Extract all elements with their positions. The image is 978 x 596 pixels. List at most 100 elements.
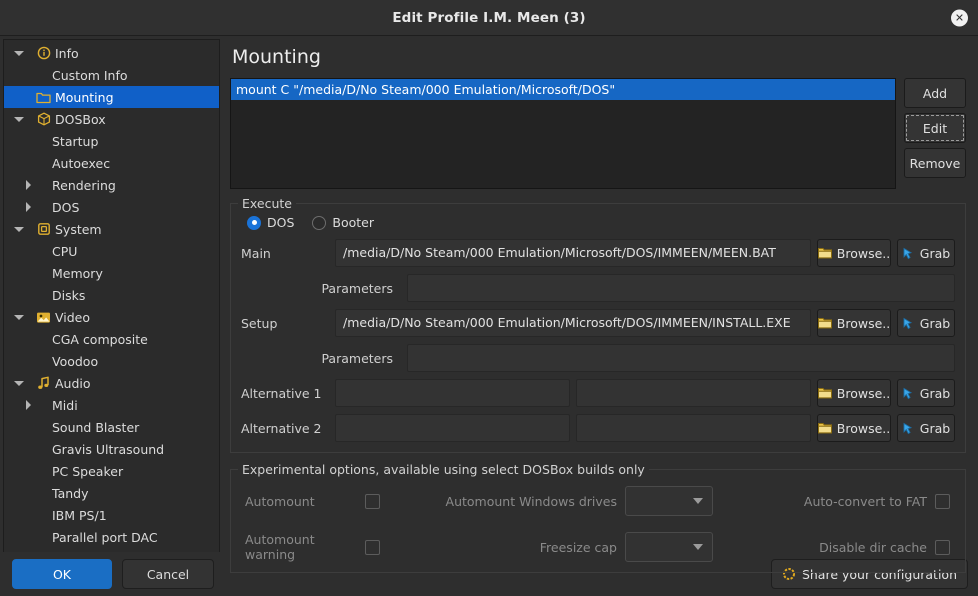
chevron-right-icon[interactable] [25, 400, 31, 410]
sidebar-item-audio[interactable]: Audio [4, 372, 219, 394]
radio-booter-label: Booter [332, 215, 375, 230]
sidebar-item-dosbox[interactable]: DOSBox [4, 108, 219, 130]
chevron-down-icon[interactable] [14, 116, 24, 122]
main-path-input[interactable]: /media/D/No Steam/000 Emulation/Microsof… [335, 239, 811, 267]
alternative-1-path-input[interactable] [335, 379, 570, 407]
sidebar-item-pc-speaker[interactable]: PC Speaker [4, 460, 219, 482]
tree-expander-cell [4, 400, 52, 410]
setup-browse-button[interactable]: Browse.. [817, 309, 891, 337]
execute-group-title: Execute [238, 196, 296, 211]
sidebar-item-label: Sound Blaster [52, 419, 140, 435]
close-icon[interactable]: ✕ [951, 9, 968, 26]
mount-list[interactable]: mount C "/media/D/No Steam/000 Emulation… [230, 78, 896, 189]
page-title: Mounting [232, 46, 321, 68]
setup-path-input[interactable]: /media/D/No Steam/000 Emulation/Microsof… [335, 309, 811, 337]
setup-grab-button[interactable]: Grab [897, 309, 955, 337]
alternative-1-parameters-input[interactable] [576, 379, 811, 407]
box-icon [34, 112, 53, 126]
freesize-cap-select[interactable] [625, 532, 713, 562]
chevron-down-icon[interactable] [14, 226, 24, 232]
auto-convert-fat-checkbox[interactable] [935, 493, 950, 509]
sidebar-item-video[interactable]: Video [4, 306, 219, 328]
chevron-down-icon[interactable] [14, 380, 24, 386]
sidebar-item-label: Parallel port DAC [52, 529, 158, 545]
sidebar-item-label: System [55, 221, 102, 237]
ok-button[interactable]: OK [12, 559, 112, 589]
disable-dir-cache-label: Disable dir cache [819, 539, 927, 555]
sidebar-item-label: DOSBox [55, 111, 106, 127]
sidebar-item-label: Autoexec [52, 155, 111, 171]
alternative-1-browse-button[interactable]: Browse.. [817, 379, 891, 407]
alternative-1-grab-button[interactable]: Grab [897, 379, 955, 407]
freesize-cap-label: Freesize cap [539, 539, 617, 555]
sidebar-item-rendering[interactable]: Rendering [4, 174, 219, 196]
alternative-2-grab-button[interactable]: Grab [897, 414, 955, 442]
sidebar-item-voodoo[interactable]: Voodoo [4, 350, 219, 372]
main-browse-button[interactable]: Browse.. [817, 239, 891, 267]
setup-parameters-input[interactable] [407, 344, 955, 372]
alternative-2-grab-label: Grab [919, 420, 951, 436]
info-circle-icon [34, 46, 53, 60]
alternative-2-browse-button[interactable]: Browse.. [817, 414, 891, 442]
setup-parameters-row: Parameters [241, 344, 955, 372]
alternative-1-browse-label: Browse.. [836, 385, 891, 401]
setup-grab-label: Grab [919, 315, 951, 331]
alternative-2-path-input[interactable] [335, 414, 570, 442]
chevron-right-icon[interactable] [25, 202, 31, 212]
remove-button[interactable]: Remove [904, 148, 966, 178]
sidebar-item-label: Custom Info [52, 67, 128, 83]
automount-warning-checkbox[interactable] [365, 539, 380, 555]
main-row: Main /media/D/No Steam/000 Emulation/Mic… [241, 239, 955, 267]
main-parameters-input[interactable] [407, 274, 955, 302]
sidebar-item-info[interactable]: Info [4, 42, 219, 64]
cursor-grab-icon [902, 317, 915, 330]
sidebar-item-system[interactable]: System [4, 218, 219, 240]
sidebar-item-autoexec[interactable]: Autoexec [4, 152, 219, 174]
add-button[interactable]: Add [904, 78, 966, 108]
sidebar-item-sound-blaster[interactable]: Sound Blaster [4, 416, 219, 438]
sidebar-item-memory[interactable]: Memory [4, 262, 219, 284]
mount-area: mount C "/media/D/No Steam/000 Emulation… [230, 78, 966, 189]
sidebar-item-label: Disks [52, 287, 86, 303]
tree-expander-cell [4, 314, 34, 320]
alternative-2-parameters-input[interactable] [576, 414, 811, 442]
main-label: Main [241, 245, 271, 261]
tree-expander-cell [4, 50, 34, 56]
edit-button[interactable]: Edit [904, 113, 966, 143]
sidebar-item-mounting[interactable]: Mounting [4, 86, 219, 108]
sidebar-item-parallel-port-dac[interactable]: Parallel port DAC [4, 526, 219, 548]
mount-list-buttons: Add Edit Remove [904, 78, 966, 189]
radio-dos[interactable] [247, 215, 261, 230]
sidebar-item-cpu[interactable]: CPU [4, 240, 219, 262]
folder-icon [817, 317, 832, 329]
radio-booter[interactable] [312, 215, 327, 230]
sidebar-item-custom-info[interactable]: Custom Info [4, 64, 219, 86]
disable-dir-cache-checkbox[interactable] [935, 539, 950, 555]
sidebar-item-midi[interactable]: Midi [4, 394, 219, 416]
main-browse-label: Browse.. [836, 245, 891, 261]
automount-windows-drives-select[interactable] [625, 486, 713, 516]
main-grab-button[interactable]: Grab [897, 239, 955, 267]
edit-profile-window: Edit Profile I.M. Meen (3) ✕ Info Custom … [0, 0, 978, 596]
sidebar-item-disks[interactable]: Disks [4, 284, 219, 306]
automount-checkbox[interactable] [365, 493, 380, 509]
sidebar-item-tandy[interactable]: Tandy [4, 482, 219, 504]
settings-tree[interactable]: Info Custom Info Mounting DOSBox Startup Auto… [3, 39, 220, 552]
sidebar-item-gravis-ultrasound[interactable]: Gravis Ultrasound [4, 438, 219, 460]
mount-list-item[interactable]: mount C "/media/D/No Steam/000 Emulation… [231, 79, 895, 100]
sidebar-item-startup[interactable]: Startup [4, 130, 219, 152]
cancel-button[interactable]: Cancel [122, 559, 214, 589]
setup-row: Setup /media/D/No Steam/000 Emulation/Mi… [241, 309, 955, 337]
cursor-grab-icon [902, 247, 915, 260]
setup-browse-label: Browse.. [836, 315, 891, 331]
folder-icon [817, 422, 832, 434]
sidebar-item-label: Video [55, 309, 91, 325]
sidebar-item-ibm-ps-1[interactable]: IBM PS/1 [4, 504, 219, 526]
chevron-down-icon[interactable] [14, 314, 24, 320]
chevron-down-icon[interactable] [14, 50, 24, 56]
sidebar-item-dos[interactable]: DOS [4, 196, 219, 218]
sidebar-item-cga-composite[interactable]: CGA composite [4, 328, 219, 350]
chevron-right-icon[interactable] [25, 180, 31, 190]
title-bar: Edit Profile I.M. Meen (3) ✕ [0, 0, 978, 36]
sidebar-item-label: Rendering [52, 177, 116, 193]
